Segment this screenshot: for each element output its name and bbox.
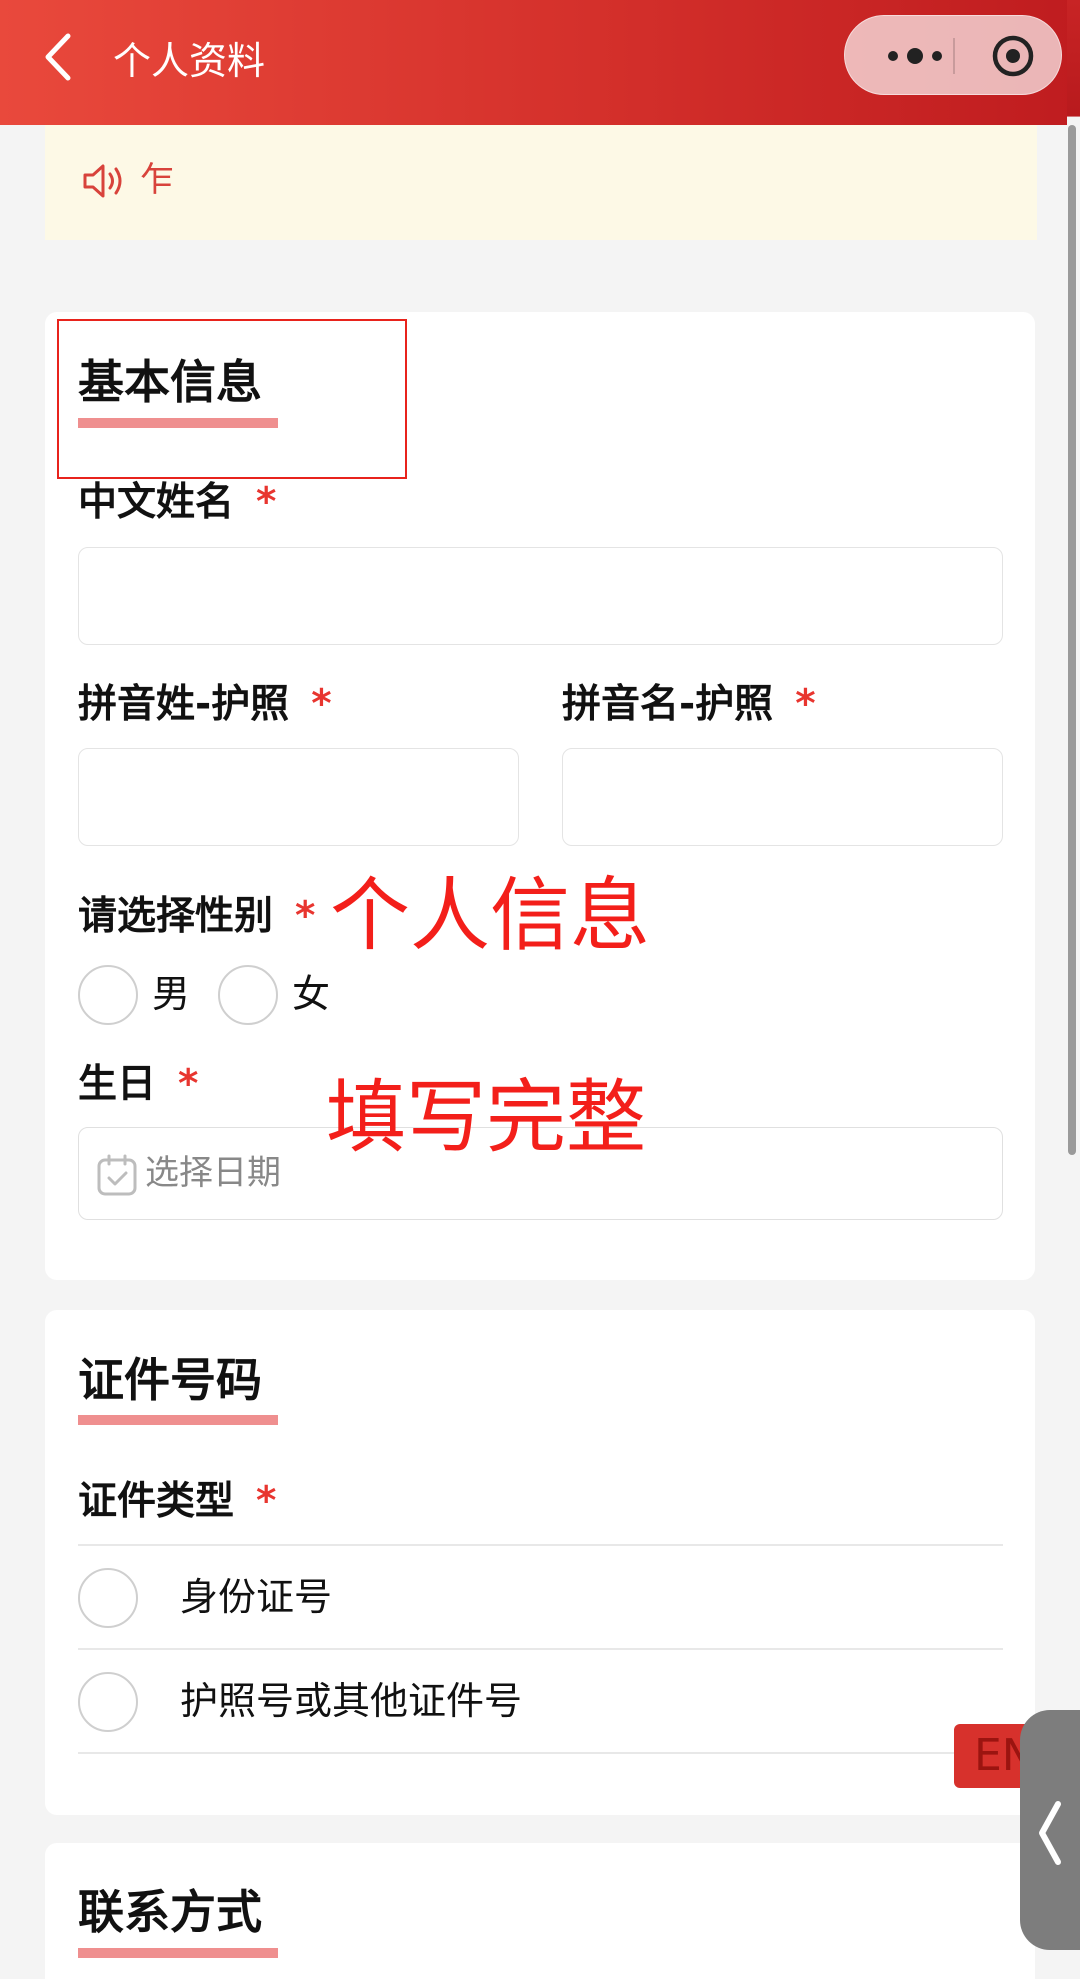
gender-male-radio[interactable]: [78, 965, 138, 1025]
top-navigation-bar: 个人资料: [0, 0, 1080, 125]
notice-bar: 乍: [45, 125, 1037, 240]
pinyin-surname-input[interactable]: [78, 748, 519, 846]
annotation-fill-complete: 填写完整: [326, 1071, 646, 1164]
id-card-radio[interactable]: [78, 1568, 138, 1628]
contact-section-title-underline: [78, 1948, 278, 1958]
contact-section-title: 联系方式: [78, 1885, 262, 1939]
close-target-icon[interactable]: [991, 34, 1035, 78]
highlight-box: [57, 319, 407, 479]
gender-label: 请选择性别 *: [78, 894, 316, 939]
more-options-icon[interactable]: [879, 39, 963, 73]
capsule-divider: [953, 38, 955, 74]
gender-female-label[interactable]: 女: [292, 967, 330, 1021]
annotation-personal-info: 个人信息: [330, 869, 650, 962]
calendar-icon: [97, 1154, 137, 1196]
notice-text: 乍: [140, 160, 174, 200]
scrollbar[interactable]: [1068, 125, 1076, 1155]
pinyin-surname-label: 拼音姓-护照 *: [78, 682, 332, 727]
id-type-divider: [78, 1544, 1003, 1546]
birthday-label: 生日 *: [78, 1062, 199, 1107]
chinese-name-input[interactable]: [78, 547, 1003, 645]
back-arrow-icon[interactable]: [38, 30, 82, 84]
required-mark: *: [295, 894, 316, 939]
mini-program-capsule: [844, 15, 1062, 95]
speaker-icon: [83, 164, 122, 198]
required-mark: *: [256, 480, 277, 525]
chinese-name-label: 中文姓名 *: [78, 480, 277, 525]
id-card-option-label[interactable]: 身份证号: [180, 1570, 332, 1624]
required-mark: *: [256, 1479, 277, 1524]
pinyin-given-name-label: 拼音名-护照 *: [562, 682, 816, 727]
passport-radio[interactable]: [78, 1672, 138, 1732]
required-mark: *: [178, 1062, 199, 1107]
chevron-left-icon: [1039, 1801, 1061, 1865]
pinyin-given-name-input[interactable]: [562, 748, 1003, 846]
passport-option-divider: [78, 1752, 1003, 1754]
gender-male-label[interactable]: 男: [152, 967, 190, 1021]
required-mark: *: [795, 682, 816, 727]
page-title: 个人资料: [113, 39, 266, 83]
id-option-divider: [78, 1648, 1003, 1650]
id-section-title: 证件号码: [78, 1353, 262, 1407]
id-section-title-underline: [78, 1415, 278, 1425]
passport-option-label[interactable]: 护照号或其他证件号: [180, 1674, 522, 1728]
birthday-placeholder: 选择日期: [145, 1153, 281, 1193]
required-mark: *: [311, 682, 332, 727]
gender-female-radio[interactable]: [218, 965, 278, 1025]
side-drawer-tab[interactable]: [1020, 1710, 1080, 1950]
id-type-label: 证件类型 *: [78, 1479, 277, 1524]
